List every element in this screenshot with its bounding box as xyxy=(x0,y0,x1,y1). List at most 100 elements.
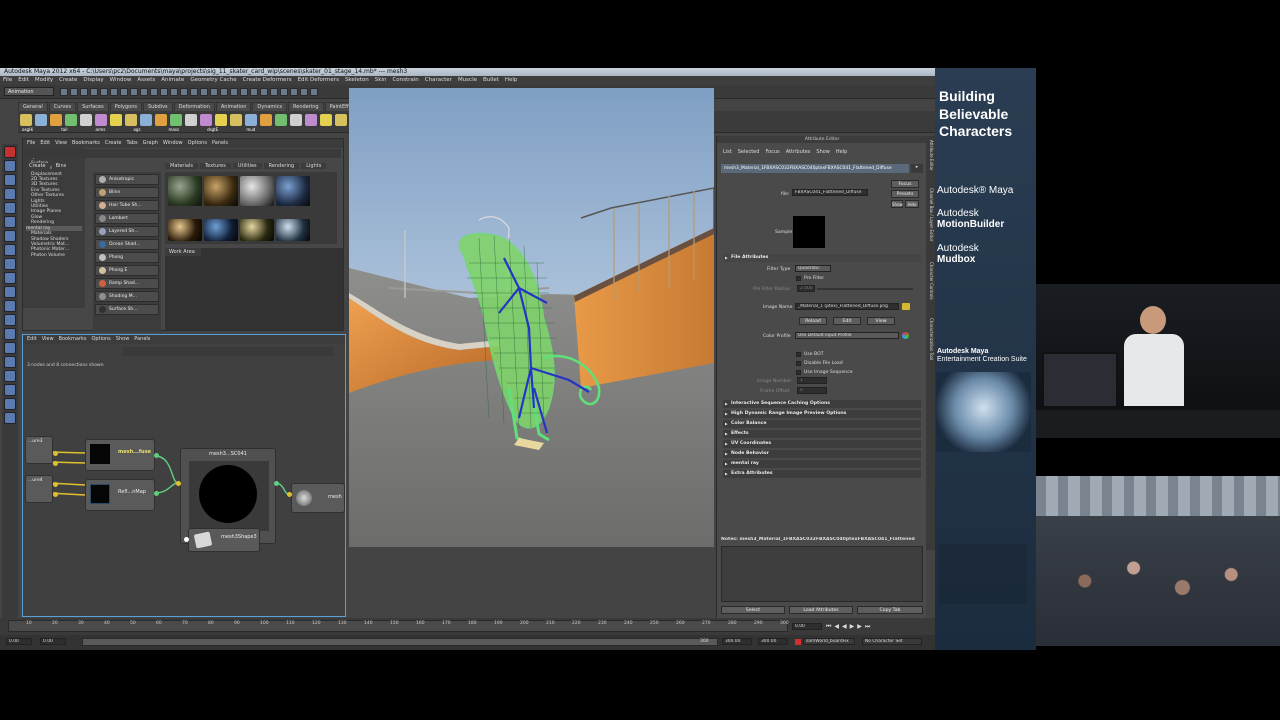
status-icon[interactable] xyxy=(180,88,188,96)
current-frame-field[interactable]: 0.00 xyxy=(792,623,822,630)
node-mesh-shape[interactable]: mesh3Shape3 xyxy=(188,528,260,552)
hypershade-menu-item-8[interactable]: Options xyxy=(188,140,207,146)
shader-item[interactable]: Phong xyxy=(95,252,159,263)
color-profile-select[interactable]: Use Default Input Profile xyxy=(795,332,899,339)
swatch-5[interactable] xyxy=(168,219,202,241)
status-icon[interactable] xyxy=(240,88,248,96)
tool-icon[interactable] xyxy=(4,202,16,214)
status-icon[interactable] xyxy=(150,88,158,96)
menu-item-6[interactable]: Assets xyxy=(137,77,155,83)
shader-item[interactable]: Ocean Shad... xyxy=(95,239,159,250)
playback-end-field[interactable]: 300.00 xyxy=(722,638,752,645)
view-button[interactable]: View xyxy=(867,317,895,325)
tool-icon[interactable] xyxy=(4,188,16,200)
menu-item-16[interactable]: Bullet xyxy=(483,77,499,83)
status-icon[interactable] xyxy=(250,88,258,96)
ae-section[interactable]: Extra Attributes xyxy=(723,470,921,478)
tool-icon[interactable] xyxy=(4,356,16,368)
shelf-tool-icon[interactable] xyxy=(290,114,302,126)
checkbox[interactable] xyxy=(796,361,801,366)
shelf-tool-icon[interactable] xyxy=(65,114,77,126)
plug[interactable] xyxy=(154,453,159,458)
status-icon[interactable] xyxy=(200,88,208,96)
menu-item-12[interactable]: Skin xyxy=(375,77,387,83)
create-tree-item[interactable]: Photon Volume xyxy=(26,253,82,258)
menu-item-10[interactable]: Edit Deformers xyxy=(298,77,339,83)
shelf-tool-icon[interactable] xyxy=(155,114,167,126)
plug[interactable] xyxy=(154,491,159,496)
status-icon[interactable] xyxy=(140,88,148,96)
tool-icon[interactable] xyxy=(4,328,16,340)
color-wheel-icon[interactable] xyxy=(902,332,909,339)
shader-item[interactable]: Hair Tube Sh... xyxy=(95,200,159,211)
tool-icon[interactable] xyxy=(4,398,16,410)
shelf-tool-icon[interactable] xyxy=(35,114,47,126)
create-tab-0[interactable]: Create xyxy=(25,163,50,169)
plug[interactable] xyxy=(287,492,292,497)
character-set-select[interactable]: No Character Set xyxy=(862,638,922,645)
tool-icon[interactable] xyxy=(4,300,16,312)
node-reflection-map[interactable]: Refl...nMap xyxy=(85,479,155,511)
swatch-trashcan-2[interactable] xyxy=(240,176,274,206)
status-icon[interactable] xyxy=(190,88,198,96)
ae-menu-item-3[interactable]: Attributes xyxy=(786,149,811,155)
ae-focus-button[interactable]: Focus xyxy=(891,180,919,188)
hypershade-menu-item-3[interactable]: Bookmarks xyxy=(72,140,100,146)
tool-icon[interactable] xyxy=(4,384,16,396)
pre-filter-checkbox[interactable] xyxy=(796,276,801,281)
tool-icon[interactable] xyxy=(4,146,16,158)
hypershade-menu-item-2[interactable]: View xyxy=(55,140,67,146)
ae-checkbox-row[interactable]: Use Image Sequence xyxy=(796,368,916,377)
create-tab-1[interactable]: Bins xyxy=(51,163,71,169)
ae-notes-field[interactable] xyxy=(721,546,923,602)
status-icon[interactable] xyxy=(110,88,118,96)
swatch-6[interactable] xyxy=(204,219,238,241)
menu-item-7[interactable]: Animate xyxy=(161,77,184,83)
shelf-tool-icon[interactable] xyxy=(230,114,242,126)
menu-item-2[interactable]: Modify xyxy=(35,77,53,83)
anim-layer-select[interactable]: samWorld_boardFix xyxy=(803,638,855,645)
end-time-field[interactable]: 300.00 xyxy=(758,638,788,645)
shelf-tool-icon[interactable] xyxy=(95,114,107,126)
menu-item-14[interactable]: Character xyxy=(425,77,452,83)
shelf-tool-icon[interactable] xyxy=(275,114,287,126)
image-number-field[interactable]: 1 xyxy=(797,377,827,384)
ae-menu-item-4[interactable]: Show xyxy=(816,149,830,155)
shader-item[interactable]: Phong E xyxy=(95,265,159,276)
status-icon[interactable] xyxy=(130,88,138,96)
status-icon[interactable] xyxy=(100,88,108,96)
copy-tab-button[interactable]: Copy Tab xyxy=(857,606,923,614)
hypershade-tab-3[interactable]: Rendering xyxy=(263,163,300,169)
tool-icon[interactable] xyxy=(4,370,16,382)
image-name-field[interactable]: _Material_1 (ptex)_Flattened_Diffuse.png xyxy=(795,303,899,310)
file-node-name[interactable]: FBXASC041_Flattened_Diffuse xyxy=(792,189,868,196)
reload-button[interactable]: Reload xyxy=(799,317,827,325)
ae-checkbox-row[interactable]: Use BOT xyxy=(796,350,916,359)
side-tab-attribute-editor[interactable]: Attribute Editor xyxy=(927,140,934,180)
menu-item-1[interactable]: Edit xyxy=(18,77,29,83)
status-icon[interactable] xyxy=(230,88,238,96)
ae-section[interactable]: Effects xyxy=(723,430,921,438)
pre-filter-radius-slider[interactable] xyxy=(817,288,913,290)
hypershade-menu-item-4[interactable]: Create xyxy=(105,140,122,146)
ae-section[interactable]: Color Balance xyxy=(723,420,921,428)
tool-icon[interactable] xyxy=(4,272,16,284)
shader-item[interactable]: Blinn xyxy=(95,187,159,198)
ae-checkbox-row[interactable]: Disable File Load xyxy=(796,359,916,368)
tool-icon[interactable] xyxy=(4,286,16,298)
tool-icon[interactable] xyxy=(4,412,16,424)
mode-select[interactable]: Animation xyxy=(4,87,54,96)
ae-menu-item-2[interactable]: Focus xyxy=(765,149,779,155)
ae-section[interactable]: Node Behavior xyxy=(723,450,921,458)
checkbox[interactable] xyxy=(796,352,801,357)
plug[interactable] xyxy=(176,481,181,486)
plug[interactable] xyxy=(53,492,58,497)
menu-item-0[interactable]: File xyxy=(3,77,12,83)
ae-hide-button[interactable]: Hide xyxy=(905,200,919,208)
playback-controls[interactable]: ⏮◀◀▶▶⏭ xyxy=(826,623,926,631)
ae-presets-button[interactable]: Presets xyxy=(891,190,919,198)
menu-item-4[interactable]: Display xyxy=(83,77,103,83)
menu-item-9[interactable]: Create Deformers xyxy=(243,77,292,83)
tool-icon[interactable] xyxy=(4,342,16,354)
menu-item-15[interactable]: Muscle xyxy=(458,77,477,83)
